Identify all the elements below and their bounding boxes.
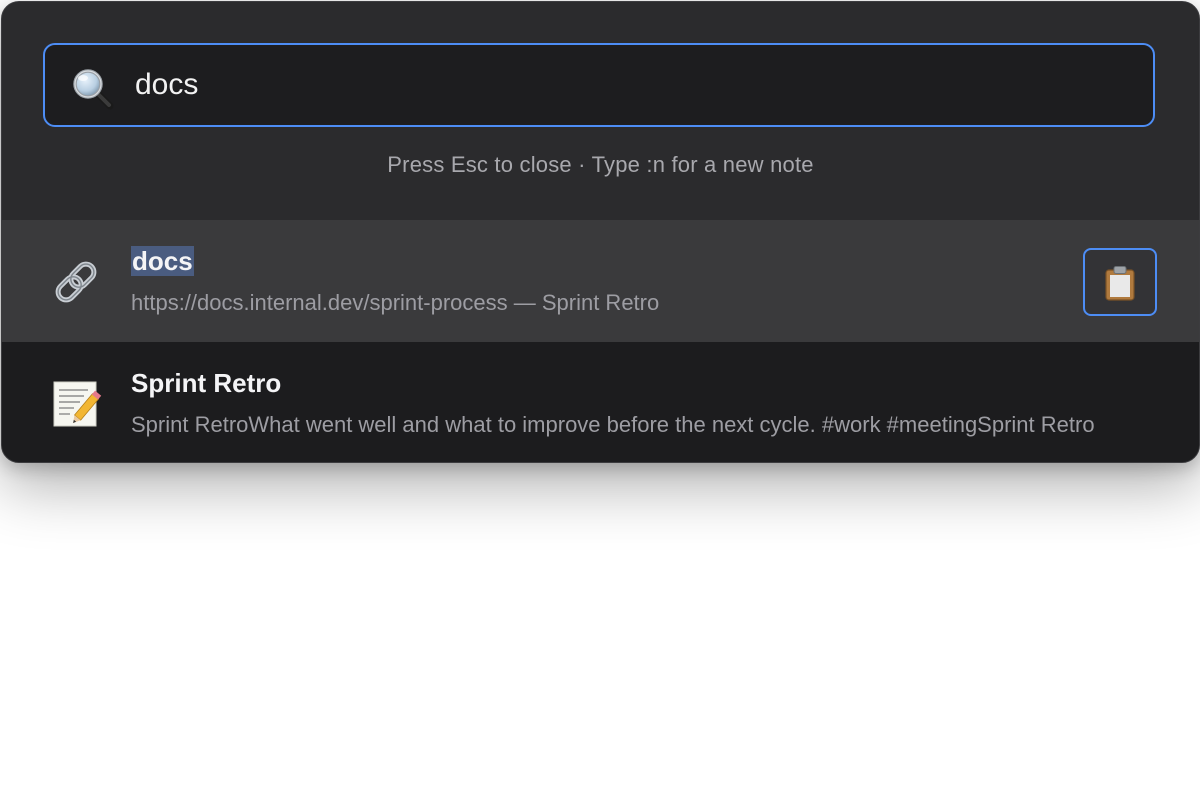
result-url: https://docs.internal.dev/sprint-process… [131,290,660,315]
result-preview: Sprint RetroWhat went well and what to i… [131,412,1095,437]
stage: Press Esc to close · Type :n for a new n… [0,0,1200,800]
search-input[interactable] [135,45,1135,125]
magnifying-glass-icon [71,67,115,111]
quick-switcher-panel: Press Esc to close · Type :n for a new n… [1,1,1200,463]
link-icon [50,256,102,308]
results-list: docs https://docs.internal.dev/sprint-pr… [2,220,1199,462]
match-highlight: docs [131,246,194,276]
result-title: docs [131,246,194,277]
search-box[interactable] [43,43,1155,127]
keyboard-hint: Press Esc to close · Type :n for a new n… [387,152,814,177]
result-title: Sprint Retro [131,368,282,398]
result-row-note[interactable]: Sprint Retro Sprint RetroWhat went well … [2,342,1199,462]
copy-link-button[interactable] [1083,248,1157,316]
memo-pencil-icon [50,378,102,430]
clipboard-icon [1105,266,1135,301]
result-row-link[interactable]: docs https://docs.internal.dev/sprint-pr… [2,220,1199,342]
